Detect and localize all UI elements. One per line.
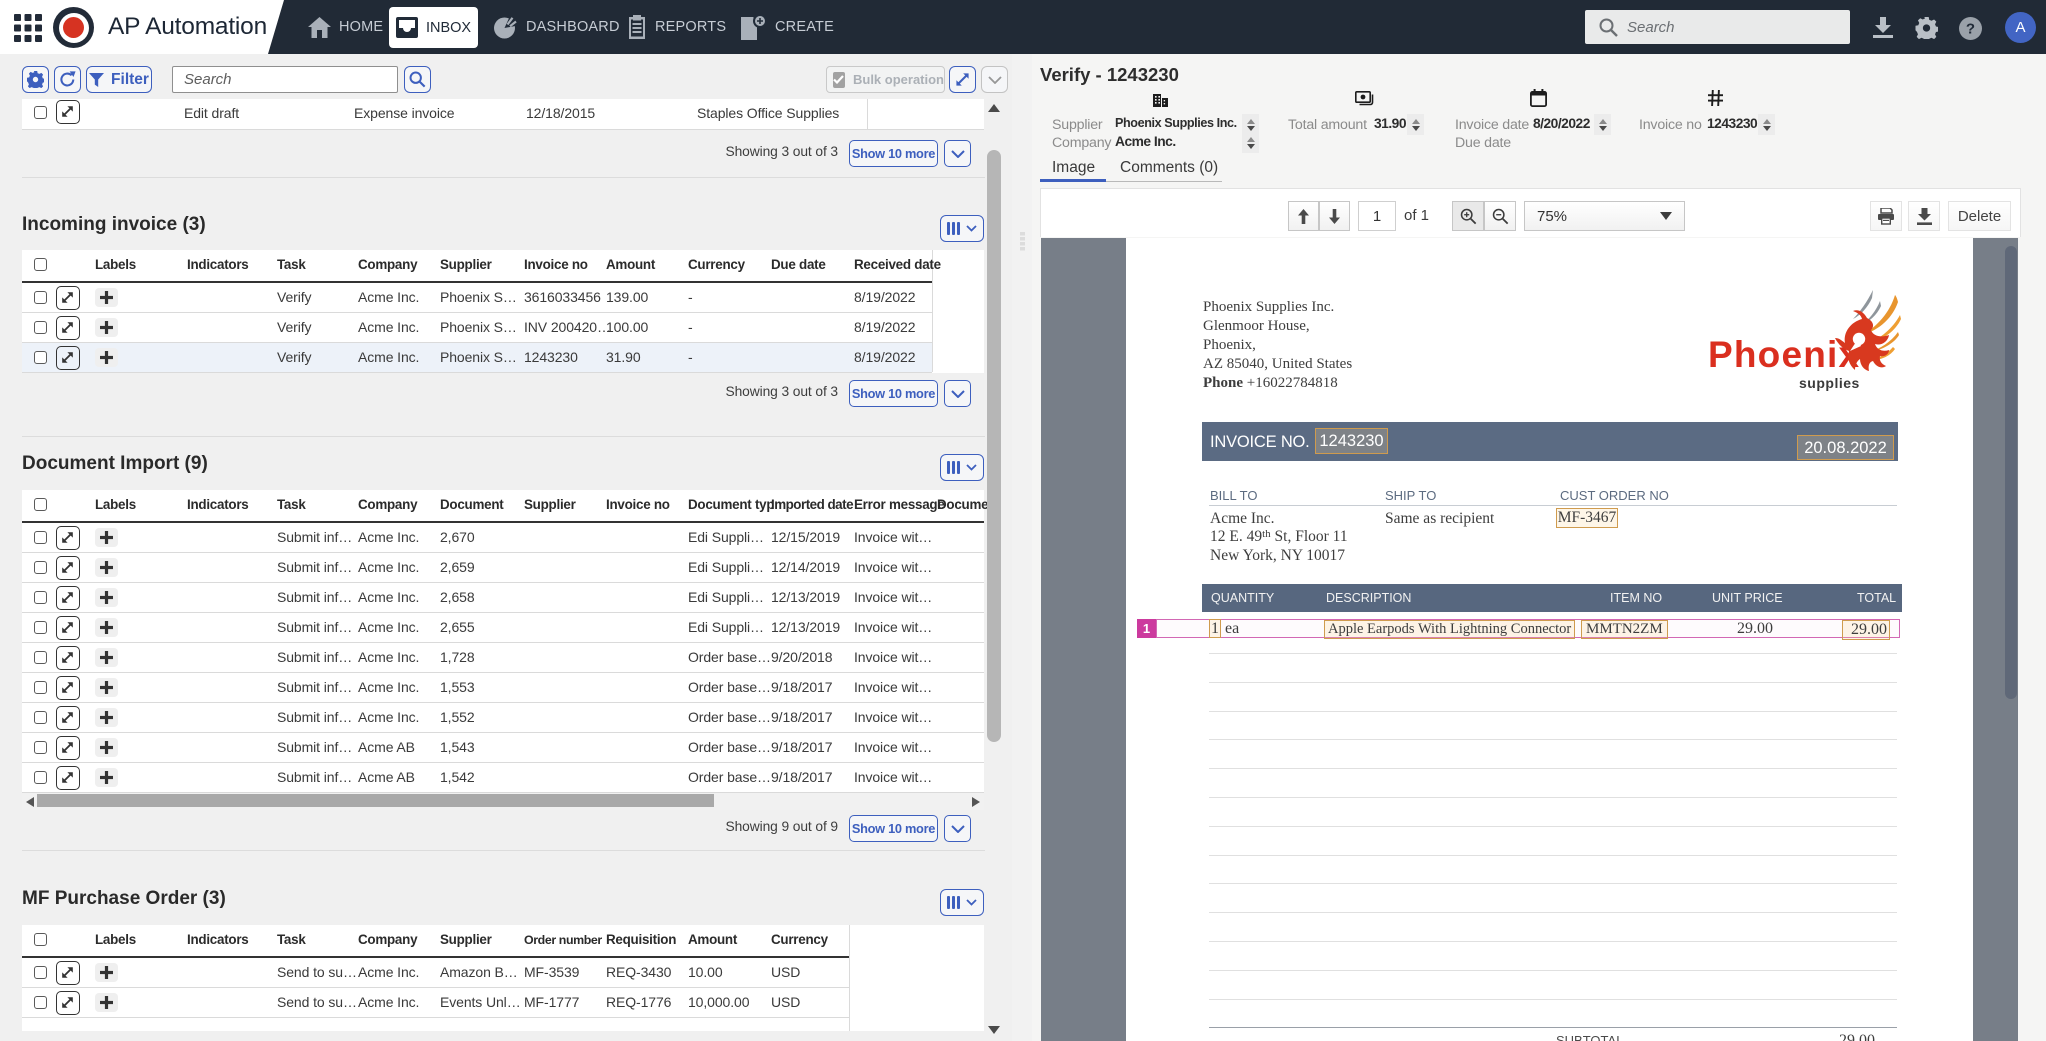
svg-text:?: ? [1966,21,1975,38]
